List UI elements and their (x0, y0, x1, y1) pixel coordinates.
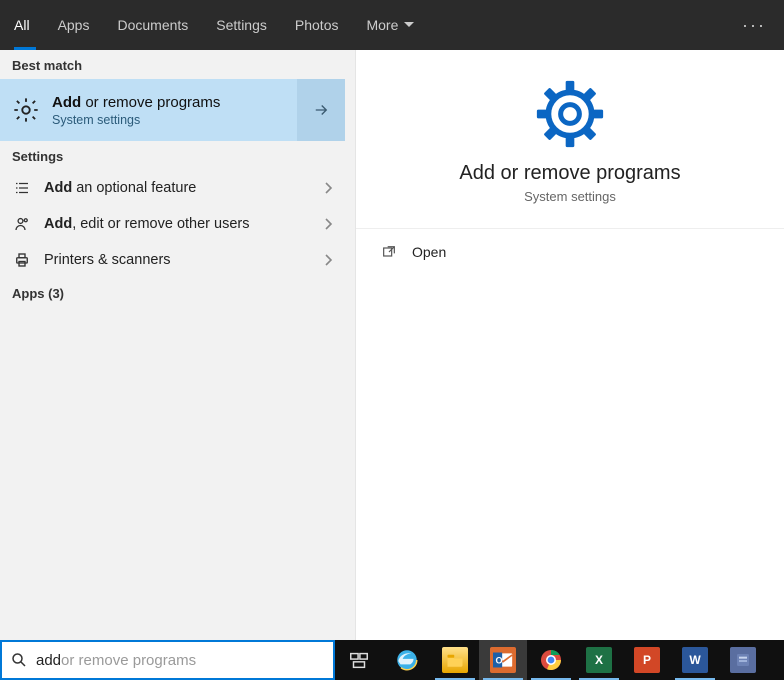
tab-apps[interactable]: Apps (44, 0, 104, 50)
word-icon: W (682, 647, 708, 673)
taskbar-word[interactable]: W (671, 640, 719, 680)
open-icon (380, 243, 398, 261)
settings-result-optional-feature[interactable]: Add an optional feature (0, 170, 345, 206)
result-detail-pane: Add or remove programs System settings O… (355, 50, 784, 640)
settings-result-printers[interactable]: Printers & scanners (0, 242, 345, 278)
folder-icon (442, 647, 468, 673)
chevron-down-icon (404, 22, 414, 28)
best-match-expand-button[interactable] (297, 79, 345, 141)
outlook-icon: O (490, 647, 516, 673)
detail-subtitle: System settings (524, 189, 616, 204)
settings-result-label: Add, edit or remove other users (44, 216, 311, 232)
taskbar-task-view[interactable] (335, 640, 383, 680)
section-best-match: Best match (0, 50, 345, 79)
taskbar-chrome[interactable] (527, 640, 575, 680)
ie-icon (394, 647, 420, 673)
gear-icon (534, 78, 606, 150)
chevron-right-icon (323, 253, 333, 267)
list-icon (12, 178, 32, 198)
powerpoint-icon: P (634, 647, 660, 673)
taskbar-powerpoint[interactable]: P (623, 640, 671, 680)
settings-result-label: Add an optional feature (44, 180, 311, 196)
tab-all[interactable]: All (0, 0, 44, 50)
taskbar-outlook[interactable]: O (479, 640, 527, 680)
search-results-pane: Best match Add or remove programs System… (0, 50, 784, 640)
bottom-row: add or remove programs (0, 640, 784, 680)
tab-more[interactable]: More (352, 0, 428, 50)
settings-result-label: Printers & scanners (44, 252, 311, 268)
more-options-button[interactable]: ··· (724, 0, 784, 50)
settings-result-other-users[interactable]: Add, edit or remove other users (0, 206, 345, 242)
best-match-result[interactable]: Add or remove programs System settings (0, 79, 345, 141)
detail-title: Add or remove programs (459, 162, 680, 185)
best-match-subtitle: System settings (52, 113, 220, 127)
tab-documents[interactable]: Documents (103, 0, 202, 50)
printer-icon (12, 250, 32, 270)
tab-more-label: More (366, 17, 398, 33)
section-settings: Settings (0, 141, 345, 170)
search-filter-tabs: All Apps Documents Settings Photos More … (0, 0, 784, 50)
section-apps: Apps (3) (0, 278, 345, 307)
gear-icon (12, 96, 40, 124)
chrome-icon (538, 647, 564, 673)
taskbar-excel[interactable]: X (575, 640, 623, 680)
chevron-right-icon (323, 217, 333, 231)
tab-photos[interactable]: Photos (281, 0, 353, 50)
search-box[interactable]: add or remove programs (0, 640, 335, 680)
app-icon (730, 647, 756, 673)
action-open[interactable]: Open (356, 229, 784, 275)
excel-icon: X (586, 647, 612, 673)
tab-settings[interactable]: Settings (202, 0, 281, 50)
taskbar-file-explorer[interactable] (431, 640, 479, 680)
user-icon (12, 214, 32, 234)
svg-text:O: O (496, 655, 503, 665)
best-match-title: Add or remove programs (52, 94, 220, 111)
taskbar: O X P W (335, 640, 784, 680)
results-list: Best match Add or remove programs System… (0, 50, 345, 640)
chevron-right-icon (323, 181, 333, 195)
taskbar-app-unknown[interactable] (719, 640, 767, 680)
taskbar-internet-explorer[interactable] (383, 640, 431, 680)
task-view-icon (348, 649, 370, 671)
pane-gutter (345, 50, 355, 640)
action-label: Open (412, 244, 446, 260)
search-icon (10, 651, 28, 669)
